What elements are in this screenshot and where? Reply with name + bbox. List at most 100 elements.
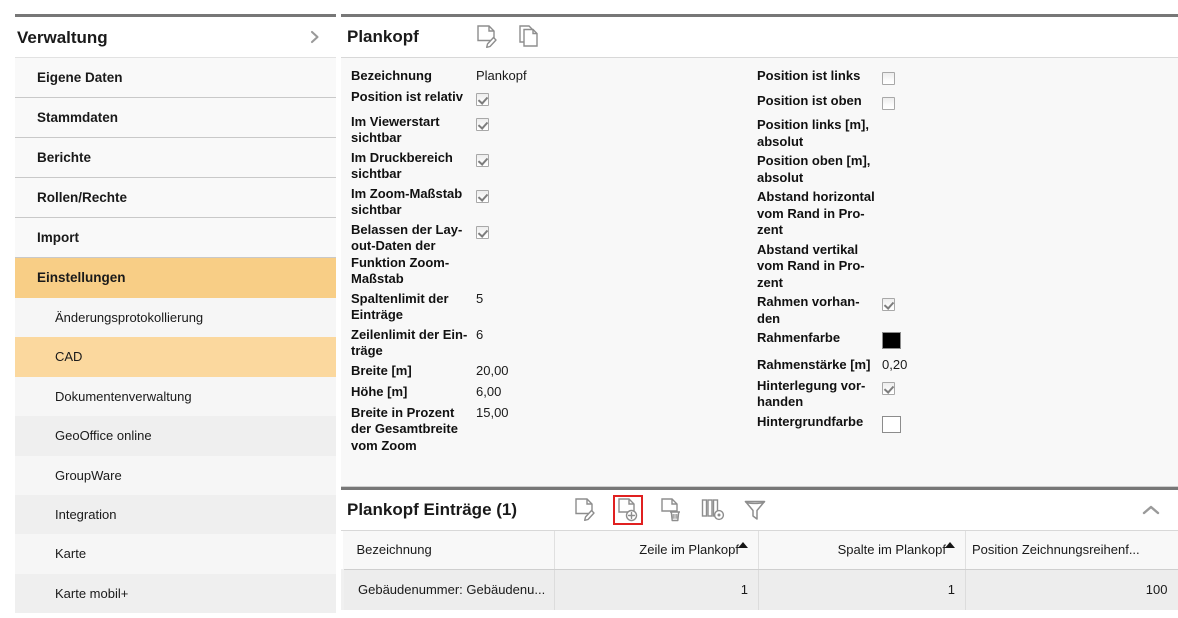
form-row: Abstand vertikal vom Rand in Pro-zent <box>757 240 1157 292</box>
form-row: Belassen der Lay-out-Daten der Funktion … <box>351 220 751 288</box>
sidebar-item-label: GroupWare <box>55 467 122 483</box>
columns-config-icon[interactable] <box>699 496 727 524</box>
form-row: Position ist oben <box>757 91 1157 115</box>
sidebar-item-dokumentenverwaltung[interactable]: Dokumentenverwaltung <box>15 376 336 417</box>
table-cell-spalte: 1 <box>758 569 966 610</box>
field-label: Bezeichnung <box>351 68 432 83</box>
field-label: Höhe [m] <box>351 383 408 399</box>
table-cell-bezeichnung: Gebäudenummer: Gebäudenu... <box>341 569 555 610</box>
field-label: Zeilenlimit der Ein-träge <box>351 326 468 359</box>
table-header-row: Bezeichnung Zeile im Plankopf Spalte im Pl… <box>342 531 1178 570</box>
sidebar-item-label: Dokumentenverwaltung <box>55 388 192 404</box>
sidebar-item-eigene-daten[interactable]: Eigene Daten <box>15 58 336 98</box>
table-column-header[interactable]: Bezeichnung <box>342 531 555 570</box>
chevron-right-icon[interactable] <box>308 30 322 44</box>
field-value-text: 6,00 <box>476 383 502 399</box>
checkbox[interactable] <box>882 298 895 311</box>
copy-icon[interactable] <box>515 23 543 51</box>
edit-icon[interactable] <box>473 23 501 51</box>
field-label: Breite [m] <box>351 362 412 378</box>
form-row: Hinterlegung vor-handen <box>757 376 1157 411</box>
app-root: Verwaltung Eigene Daten Stammdaten Bericht… <box>0 0 1178 618</box>
color-swatch[interactable] <box>882 332 901 349</box>
sidebar-item-geooffice-online[interactable]: GeoOffice online <box>15 416 336 456</box>
table-column-header[interactable]: Position Zeichnungsreihenf... <box>965 531 1178 570</box>
field-label: Rahmen vorhan-den <box>757 294 860 326</box>
form-row: Rahmen vorhan-den <box>757 292 1157 327</box>
field-label: Hintergrundfarbe <box>757 413 864 429</box>
checkbox[interactable] <box>476 153 489 167</box>
field-label: Position links [m], absolut <box>757 117 869 149</box>
plankopf-detail-panel: Plankopf Bezeichnung Plankopf Position i… <box>341 14 1178 487</box>
field-value-text <box>882 115 1157 131</box>
entries-panel-header: Plankopf Einträge (1) <box>341 487 1178 531</box>
field-label: Im Druckbereich sichtbar <box>351 149 453 182</box>
form-row: Hintergrundfarbe <box>757 412 1157 438</box>
checkbox[interactable] <box>882 381 895 395</box>
form-row: Position ist relativ <box>351 87 751 111</box>
sidebar-title-row[interactable]: Verwaltung <box>15 17 336 58</box>
form-row: Im Viewerstart sichtbar <box>351 112 751 147</box>
form-row: Bezeichnung Plankopf <box>351 66 751 86</box>
field-label: Im Viewerstart sichtbar <box>351 113 440 146</box>
table-row[interactable]: Gebäudenummer: Gebäudenu... 1 1 100 <box>341 569 1178 610</box>
form-row: Im Druckbereich sichtbar <box>351 148 751 183</box>
checkbox[interactable] <box>476 189 489 203</box>
field-value-checkbox <box>476 148 751 172</box>
field-value-checkbox <box>882 292 1157 316</box>
sidebar-item-integration[interactable]: Integration <box>15 494 336 535</box>
sidebar-item-label: Berichte <box>37 150 92 165</box>
delete-icon[interactable] <box>657 496 685 524</box>
sidebar-item-import[interactable]: Import <box>15 218 336 258</box>
form-row: Breite [m] 20,00 <box>351 361 751 381</box>
main-content: Plankopf Bezeichnung Plankopf Position i… <box>341 14 1178 618</box>
field-label: Abstand vertikal vom Rand in Pro-zent <box>757 241 865 290</box>
field-value-text: 0,20 <box>882 356 908 372</box>
sidebar-nav-list: Eigene Daten Stammdaten Berichte Rollen/Rec… <box>15 58 336 614</box>
field-value-checkbox <box>882 91 1157 115</box>
sort-ascending-icon <box>738 542 748 549</box>
chevron-up-icon[interactable] <box>1140 499 1162 521</box>
field-value-checkbox <box>476 87 751 111</box>
field-value-checkbox <box>882 376 1157 400</box>
entries-panel-title: Plankopf Einträge (1) <box>347 500 518 519</box>
sidebar-item-karte-mobil+[interactable]: Karte mobil+ <box>15 573 336 614</box>
sidebar-item-einstellungen[interactable]: Einstellungen <box>15 258 336 298</box>
sidebar-item-stammdaten[interactable]: Stammdaten <box>15 98 336 138</box>
filter-icon[interactable] <box>741 496 769 524</box>
field-value-text: Plankopf <box>476 68 527 83</box>
checkbox[interactable] <box>476 117 489 131</box>
form-row: Im Zoom-Maßstab sichtbar <box>351 184 751 219</box>
sidebar-title: Verwaltung <box>17 28 108 47</box>
table-cell-zeile: 1 <box>554 569 759 610</box>
add-document-icon[interactable] <box>613 495 644 525</box>
checkbox[interactable] <box>882 72 895 85</box>
plankopf-entries-panel: Plankopf Einträge (1) Bezeichnung Zeile … <box>341 487 1178 610</box>
checkbox[interactable] <box>476 93 489 106</box>
edit-icon[interactable] <box>571 496 599 524</box>
field-label: Belassen der Lay-out-Daten der Funktion … <box>351 221 463 287</box>
sidebar-item-karte[interactable]: Karte <box>15 534 336 574</box>
field-label: Position ist links <box>757 68 861 83</box>
form-row: Rahmenfarbe <box>757 328 1157 354</box>
checkbox[interactable] <box>476 225 489 239</box>
field-label: Position oben [m], absolut <box>757 153 871 185</box>
sidebar-item-label: Rollen/Rechte <box>37 190 128 205</box>
sidebar-item-änderungsprotokollierung[interactable]: Änderungsprotokollierung <box>15 298 336 338</box>
table-column-header[interactable]: Spalte im Plankopf <box>758 531 966 570</box>
sidebar-item-groupware[interactable]: GroupWare <box>15 455 336 495</box>
field-label: Rahmenstärke [m] <box>757 356 871 372</box>
table-column-header[interactable]: Zeile im Plankopf <box>554 531 759 570</box>
sidebar: Verwaltung Eigene Daten Stammdaten Bericht… <box>15 14 336 618</box>
sidebar-item-berichte[interactable]: Berichte <box>15 138 336 178</box>
sidebar-item-cad[interactable]: CAD <box>15 337 336 377</box>
form-row: Spaltenlimit der Einträge 5 <box>351 289 751 324</box>
column-header-label: Spalte im Plankopf <box>837 542 946 558</box>
form-row: Position oben [m], absolut <box>757 151 1157 186</box>
field-value-checkbox <box>476 220 751 244</box>
sidebar-item-rollen-rechte[interactable]: Rollen/Rechte <box>15 178 336 218</box>
checkbox[interactable] <box>882 96 895 110</box>
color-swatch[interactable] <box>882 415 901 433</box>
field-label: Rahmenfarbe <box>757 330 841 345</box>
field-value-text: 20,00 <box>476 362 509 378</box>
